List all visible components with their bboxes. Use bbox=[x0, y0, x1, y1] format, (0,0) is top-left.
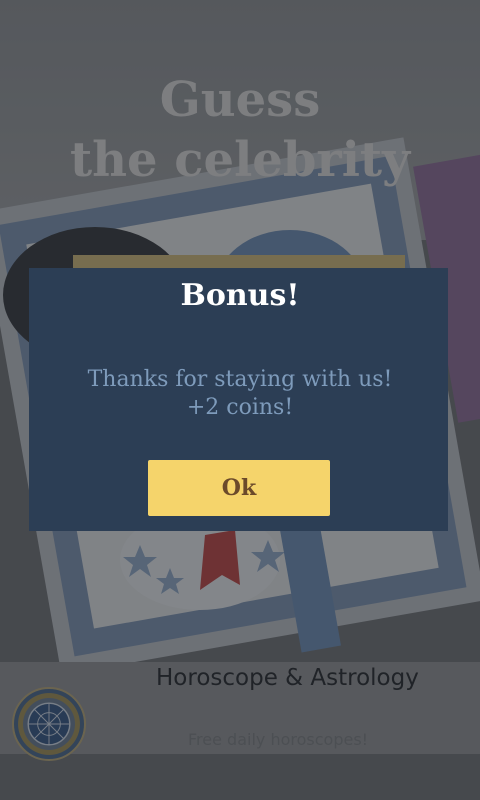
dialog-message: Thanks for staying with us! +2 coins! bbox=[0, 366, 480, 422]
ok-button[interactable]: Ok bbox=[148, 460, 330, 516]
dialog-message-line-2: +2 coins! bbox=[186, 395, 294, 420]
dialog-message-line-1: Thanks for staying with us! bbox=[87, 367, 393, 392]
dialog-title: Bonus! bbox=[180, 278, 300, 313]
